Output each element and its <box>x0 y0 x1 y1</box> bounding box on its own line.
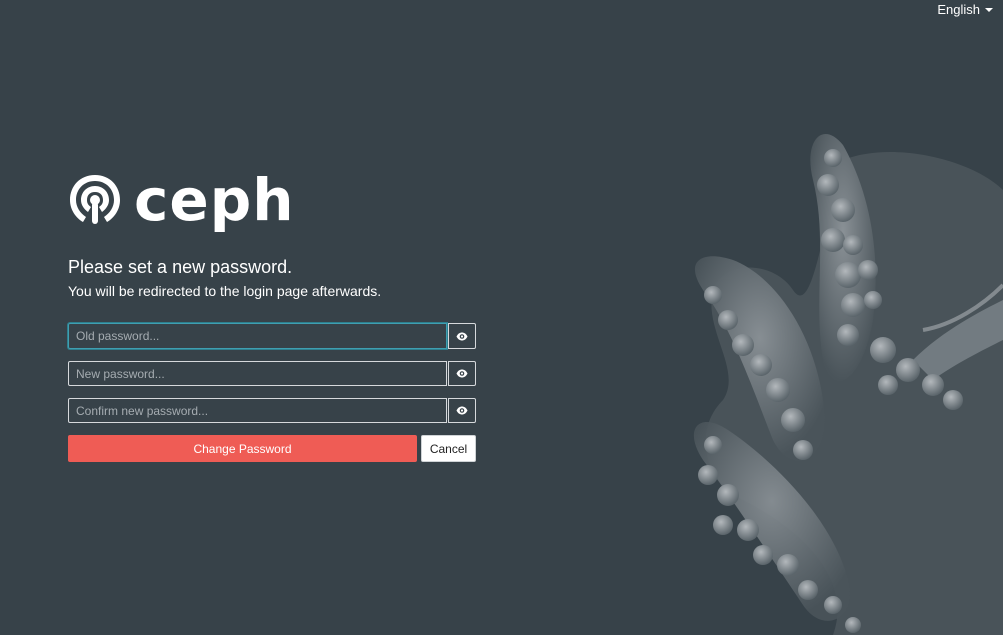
change-password-button[interactable]: Change Password <box>68 435 417 462</box>
confirm-password-row <box>68 398 476 423</box>
form-actions: Change Password Cancel <box>68 435 476 462</box>
eye-icon <box>456 369 468 378</box>
new-password-row <box>68 361 476 386</box>
ceph-logo-icon <box>70 175 120 224</box>
cancel-button[interactable]: Cancel <box>421 435 476 462</box>
old-password-input[interactable] <box>68 323 447 349</box>
eye-icon <box>456 406 468 415</box>
login-page: English ceph Please set a new password. … <box>0 0 1003 635</box>
brand-name: ceph <box>134 166 295 234</box>
language-selector[interactable]: English <box>937 2 993 17</box>
caret-down-icon <box>985 8 993 12</box>
toggle-old-password-button[interactable] <box>448 323 476 349</box>
language-label: English <box>937 2 980 17</box>
toggle-new-password-button[interactable] <box>448 361 476 386</box>
page-subtitle: You will be redirected to the login page… <box>68 283 382 299</box>
octopus-illustration <box>693 133 1003 635</box>
brand-logo: ceph <box>68 166 295 234</box>
page-title: Please set a new password. <box>68 257 293 277</box>
confirm-password-input[interactable] <box>68 398 447 423</box>
toggle-confirm-password-button[interactable] <box>448 398 476 423</box>
old-password-row <box>68 323 476 349</box>
new-password-input[interactable] <box>68 361 447 386</box>
eye-icon <box>456 332 468 340</box>
change-password-form: Change Password Cancel <box>68 323 476 462</box>
